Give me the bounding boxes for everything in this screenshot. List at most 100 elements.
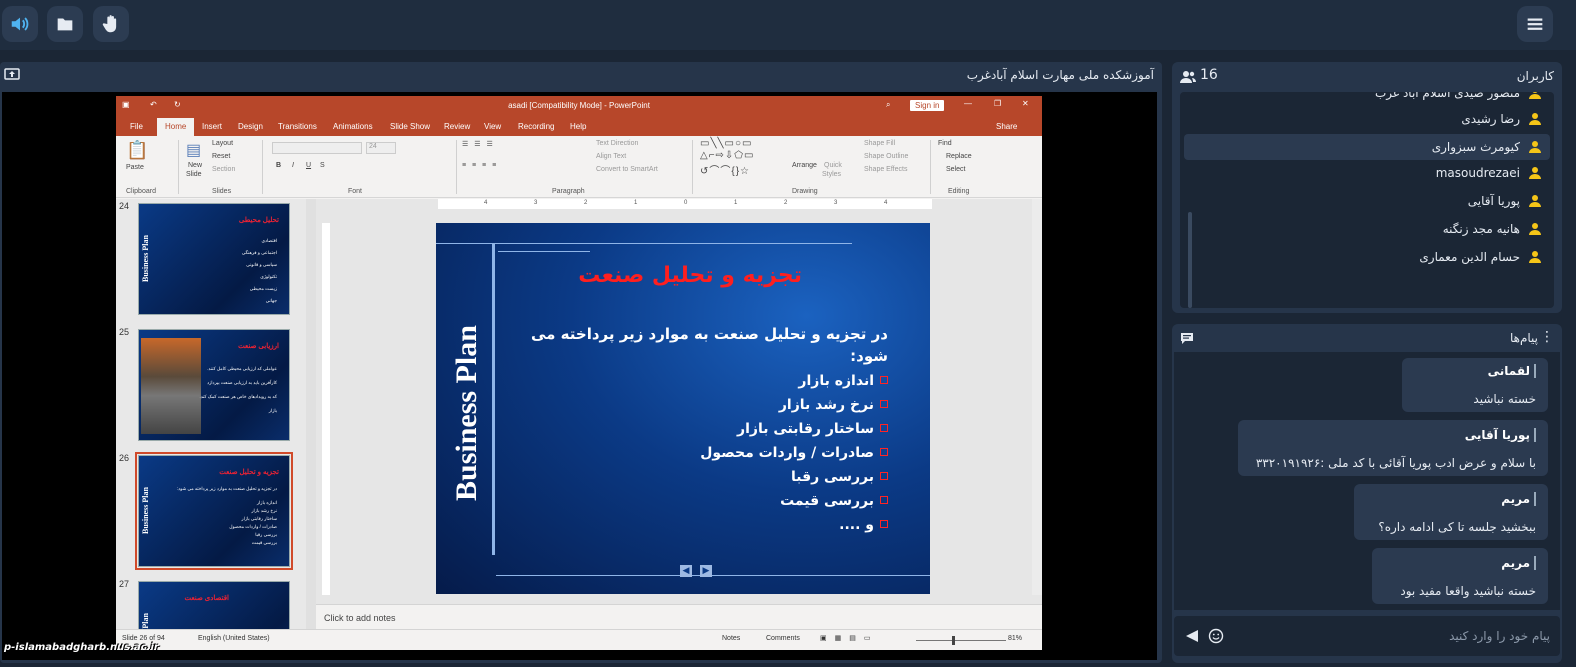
shape-outline-button[interactable]: Shape Outline [864,153,908,160]
zoom-slider[interactable] [916,640,1006,641]
chat-input[interactable]: پیام خود را وارد کنید [1174,616,1560,656]
arrange-button[interactable]: Arrange [792,162,817,169]
view-buttons[interactable]: ▣▦▤▭ [820,634,878,642]
slide-scrollbar[interactable] [1032,199,1042,595]
notes-pane[interactable]: Click to add notes [316,604,1042,629]
undo-icon[interactable]: ↶ [150,100,157,109]
shapes-gallery-row2[interactable]: △⌐⇨⇩⬠▭ [700,150,754,161]
tab-design[interactable]: Design [238,122,263,131]
tab-file[interactable]: File [130,122,143,131]
text-direction-button[interactable]: Text Direction [596,140,638,147]
slide-thumbnail-pane: 24 Business Plan تحلیل محیطی اقتصادی اجت… [116,199,306,629]
find-button[interactable]: Find [938,140,952,147]
user-item-highlighted[interactable]: کیومرث سبزواری [1184,134,1550,160]
paste-icon[interactable]: 📋 [126,140,148,161]
audio-button[interactable] [2,6,38,42]
replace-button[interactable]: Replace [946,153,972,160]
files-button[interactable] [47,6,83,42]
language-status[interactable]: English (United States) [198,635,270,642]
italic-button[interactable]: I [292,162,294,169]
sign-in-button[interactable]: Sign in [910,100,945,111]
tab-transitions[interactable]: Transitions [278,122,317,131]
prev-slide-icon[interactable]: ◀ [680,565,692,577]
slide-thumbnail[interactable]: Business Plan تحلیل محیطی اقتصادی اجتماع… [138,203,290,315]
font-name-box[interactable] [272,142,362,154]
shadow-button[interactable]: S [320,162,325,169]
bold-button[interactable]: B [276,162,281,169]
editing-group-label: Editing [948,188,970,195]
close-icon[interactable]: ✕ [1022,99,1029,108]
align-icon[interactable]: ≡ ≡ ≡ ≡ [462,162,498,169]
thumb-title: ارزیابی صنعت [238,343,279,350]
thumb-number: 26 [119,453,130,463]
thumb-side-text: Business Plan [141,487,150,535]
redo-icon[interactable]: ↻ [174,100,181,109]
notes-toggle[interactable]: Notes [722,635,740,642]
select-button[interactable]: Select [946,166,965,173]
tab-view[interactable]: View [484,122,501,131]
user-item[interactable]: منصور صیدی اسلام آباد غرب [1184,92,1550,106]
bullets-icon[interactable]: ☰ ☰ ☰ [462,140,495,148]
share-button[interactable]: Share [996,122,1017,131]
raise-hand-button[interactable] [93,6,129,42]
horizontal-ruler: 4 3 2 1 0 1 2 3 4 [438,199,932,209]
user-name: پوریا آقایی [1467,194,1520,208]
comments-toggle[interactable]: Comments [766,635,800,642]
reset-button[interactable]: Reset [212,153,230,160]
layout-button[interactable]: Layout [212,140,233,147]
send-icon[interactable] [1184,628,1200,644]
shapes-gallery-row3[interactable]: ↺⌒⌒{}☆ [700,162,750,177]
slide-thumbnail-selected[interactable]: Business Plan تجزیه و تحلیل صنعت در تجزی… [135,452,293,570]
new-slide-button-line2[interactable]: Slide [186,171,202,178]
quick-styles-button[interactable]: Quick [824,162,842,169]
thumb-line: اقتصادی [261,238,277,243]
thumbnail-scrollbar[interactable] [306,199,316,629]
shapes-gallery[interactable]: ▭╲╲▭○▭ [700,138,752,149]
slide-thumbnail[interactable]: Business Plan اقتصادی صنعت [138,581,290,629]
quick-styles-button-line2[interactable]: Styles [822,171,841,178]
user-item[interactable]: masoudrezaei [1184,160,1550,186]
zoom-slider-thumb[interactable] [952,636,955,645]
new-slide-button[interactable]: New [188,162,202,169]
font-size-box[interactable]: 24 [366,142,396,154]
users-scrollbar[interactable] [1188,212,1192,308]
user-item[interactable]: رضا رشیدی [1184,106,1550,132]
current-slide[interactable]: Business Plan تجزیه و تحلیل صنعت در تجزی… [436,223,930,594]
slide-thumbnail[interactable]: ارزیابی صنعت عواملی که ارزیابی محیطی کام… [138,329,290,441]
tab-recording[interactable]: Recording [518,122,554,131]
bullet-text: اندازه بازار [798,373,874,389]
minimize-icon[interactable]: — [964,99,972,108]
main-menu-button[interactable] [1517,6,1553,42]
screen-share-icon[interactable] [4,68,20,82]
search-icon[interactable]: ⌕ [886,100,890,110]
kebab-menu-icon[interactable]: ⋮ [1540,329,1554,345]
shape-effects-button[interactable]: Shape Effects [864,166,907,173]
restore-icon[interactable]: ❐ [994,99,1001,108]
ribbon-divider [262,140,263,194]
user-item[interactable]: هانیه مجد زنگنه [1184,216,1550,242]
shape-fill-button[interactable]: Shape Fill [864,140,895,147]
user-item[interactable]: حسام الدین معماری [1184,244,1550,270]
zoom-level[interactable]: 81% [1008,635,1022,642]
tab-review[interactable]: Review [444,122,470,131]
user-item[interactable]: پوریا آقایی [1184,188,1550,214]
paste-button[interactable]: Paste [126,164,144,171]
section-button[interactable]: Section [212,166,235,173]
thumb-line: سیاسی و قانونی [246,262,277,267]
slide-side-text: Business Plan [450,325,483,501]
underline-button[interactable]: U [306,162,311,169]
convert-smartart-button[interactable]: Convert to SmartArt [596,166,658,173]
slide-bullet: و .... [839,517,888,533]
tab-slide-show[interactable]: Slide Show [390,122,430,131]
save-icon[interactable]: ▣ [122,100,130,109]
emoji-icon[interactable] [1208,628,1224,644]
tab-animations[interactable]: Animations [333,122,373,131]
slide-bullet: نرخ رشد بازار [779,397,888,413]
tab-insert[interactable]: Insert [202,122,222,131]
next-slide-icon[interactable]: ▶ [700,565,712,577]
new-slide-icon[interactable]: ▤ [186,140,201,160]
align-text-button[interactable]: Align Text [596,153,626,160]
slide-bullet: بررسی رقبا [791,469,888,485]
tab-home[interactable]: Home [157,118,195,136]
tab-help[interactable]: Help [570,122,586,131]
